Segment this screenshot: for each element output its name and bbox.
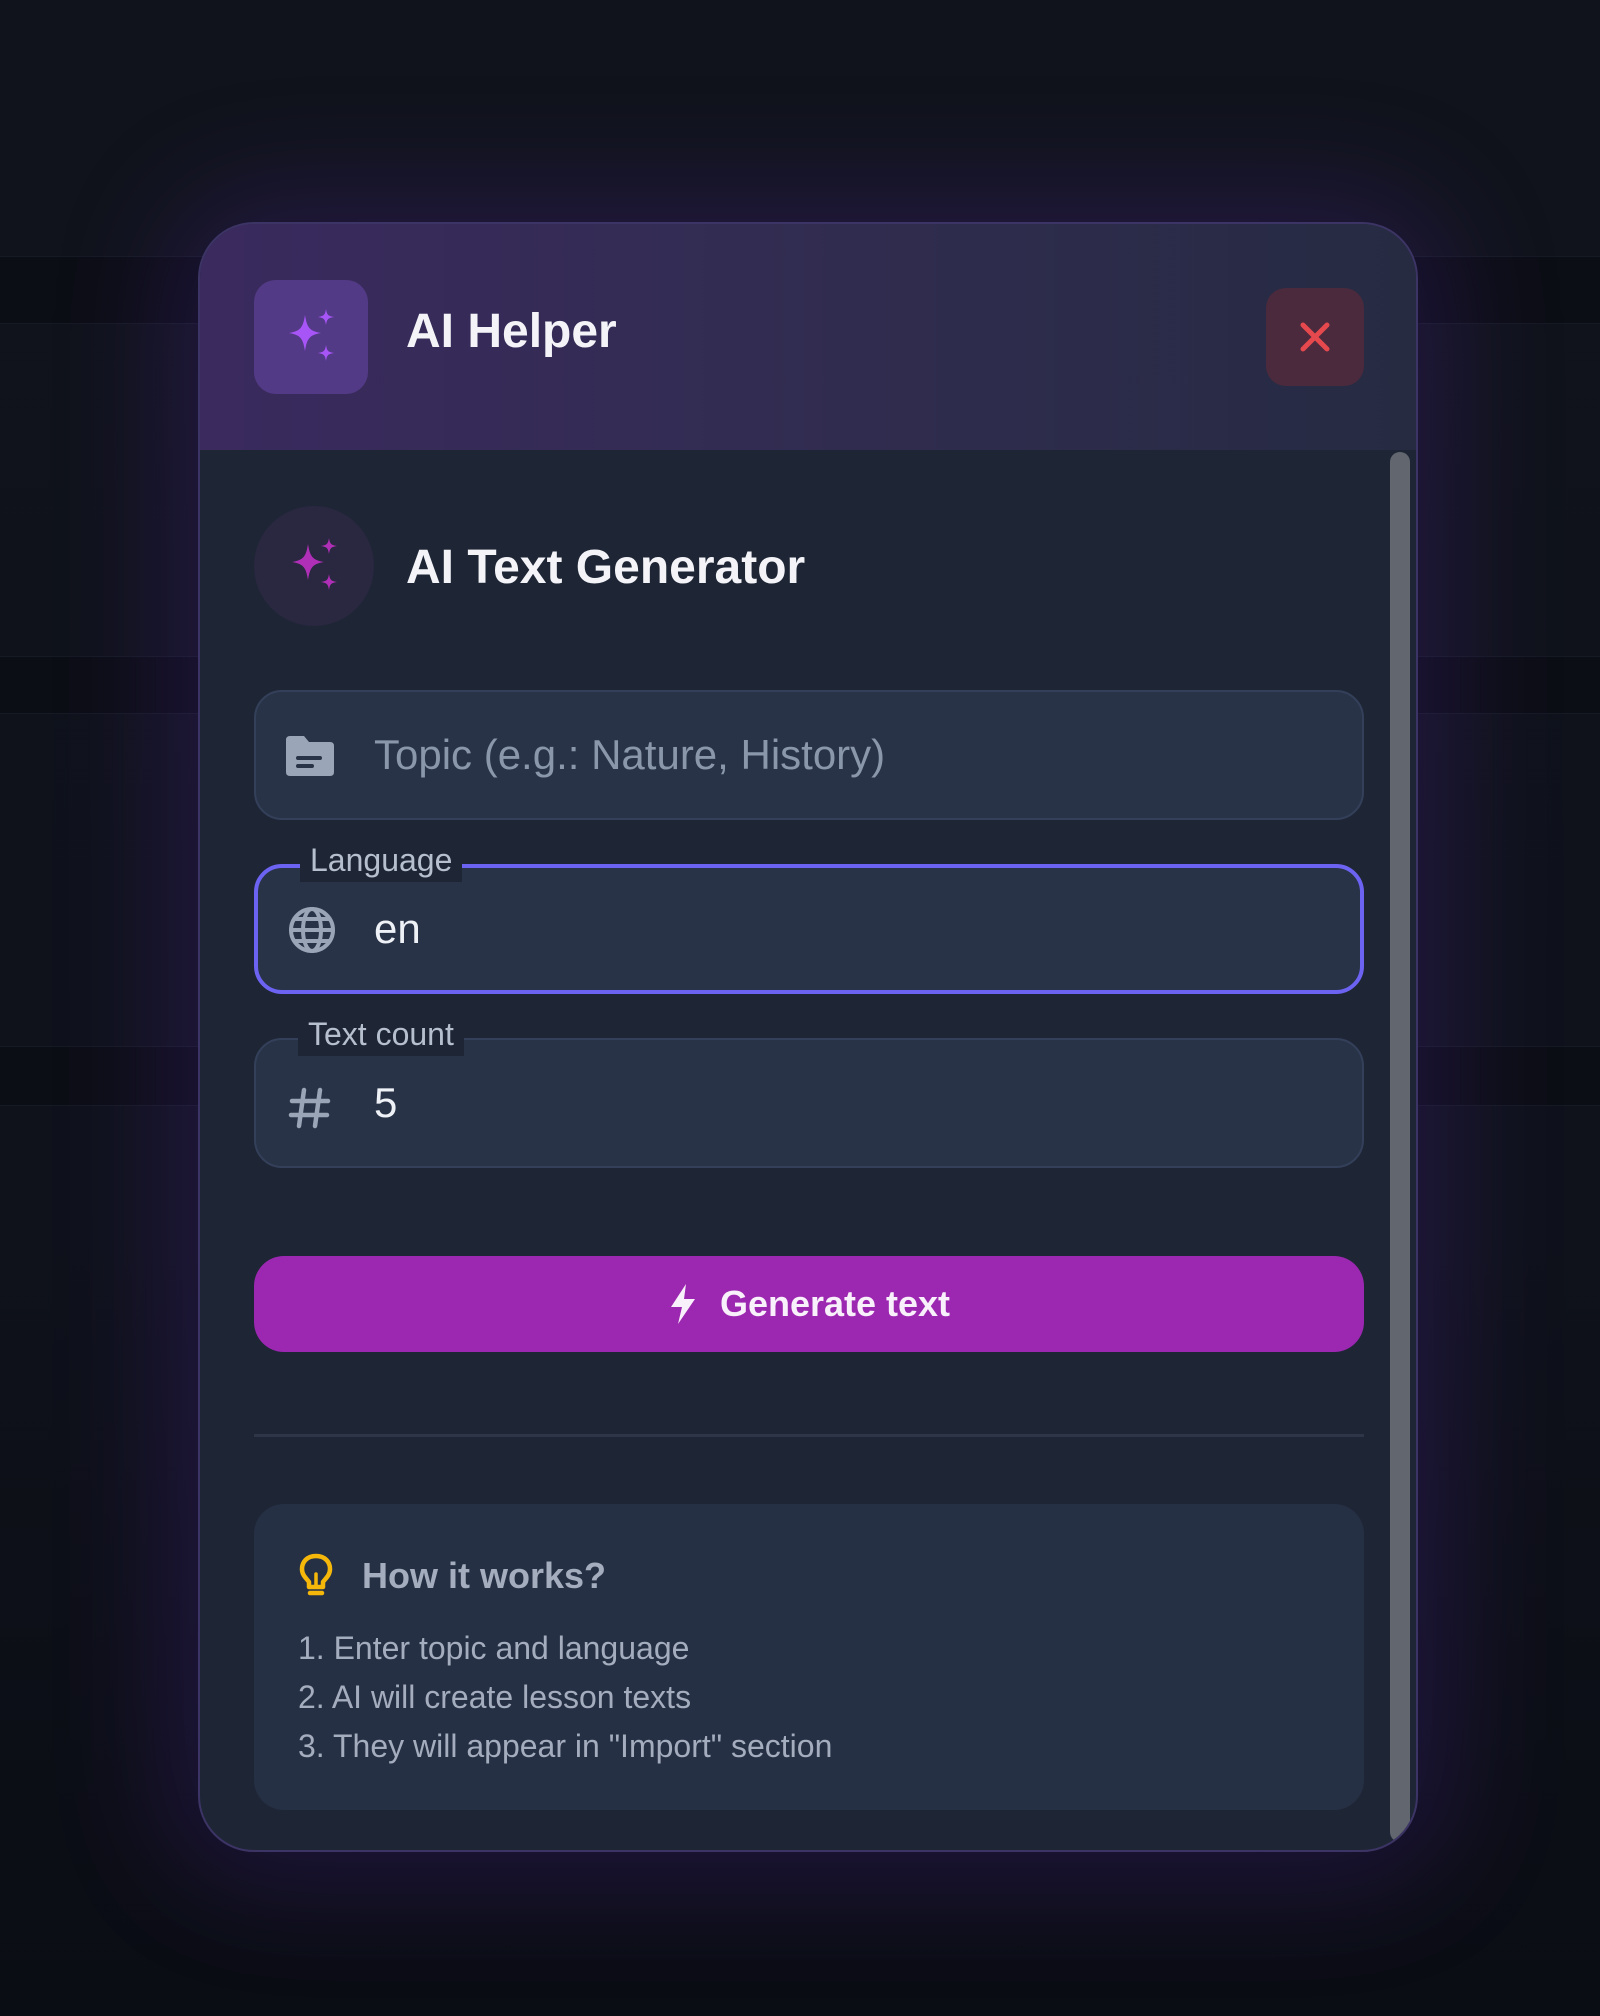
generator-icon-badge <box>254 506 374 626</box>
topic-field <box>254 690 1364 820</box>
ai-helper-dialog: AI Helper AI Text Generator Language <box>198 222 1418 1852</box>
lightbulb-icon <box>299 1553 333 1596</box>
topic-input[interactable] <box>374 692 1334 818</box>
header-icon-badge <box>254 280 368 394</box>
language-input[interactable] <box>374 868 1334 990</box>
how-it-works-step: 2. AI will create lesson texts <box>298 1679 692 1715</box>
generate-text-button[interactable]: Generate text <box>254 1256 1364 1352</box>
close-button[interactable] <box>1266 288 1364 386</box>
lightning-icon <box>670 1284 695 1324</box>
globe-icon <box>284 904 340 956</box>
how-it-works-step: 1. Enter topic and language <box>298 1630 690 1666</box>
scrollbar[interactable] <box>1390 452 1410 1842</box>
dialog-header: AI Helper <box>200 224 1416 450</box>
generator-title: AI Text Generator <box>406 541 806 594</box>
how-it-works-step: 3. They will appear in "Import" section <box>298 1728 833 1764</box>
section-divider <box>254 1434 1364 1437</box>
close-icon <box>1300 322 1330 352</box>
text-count-field: Text count <box>254 1014 1364 1168</box>
folder-icon <box>282 730 338 782</box>
language-field: Language <box>254 840 1364 994</box>
how-it-works-title: How it works? <box>362 1555 607 1596</box>
dialog-title: AI Helper <box>406 305 617 358</box>
sparkles-icon <box>289 309 334 361</box>
sparkles-icon <box>292 538 337 590</box>
how-it-works-card: How it works? 1. Enter topic and languag… <box>254 1504 1364 1810</box>
text-count-input[interactable] <box>374 1040 1334 1166</box>
generate-text-label: Generate text <box>719 1283 951 1324</box>
hash-icon <box>282 1082 338 1134</box>
